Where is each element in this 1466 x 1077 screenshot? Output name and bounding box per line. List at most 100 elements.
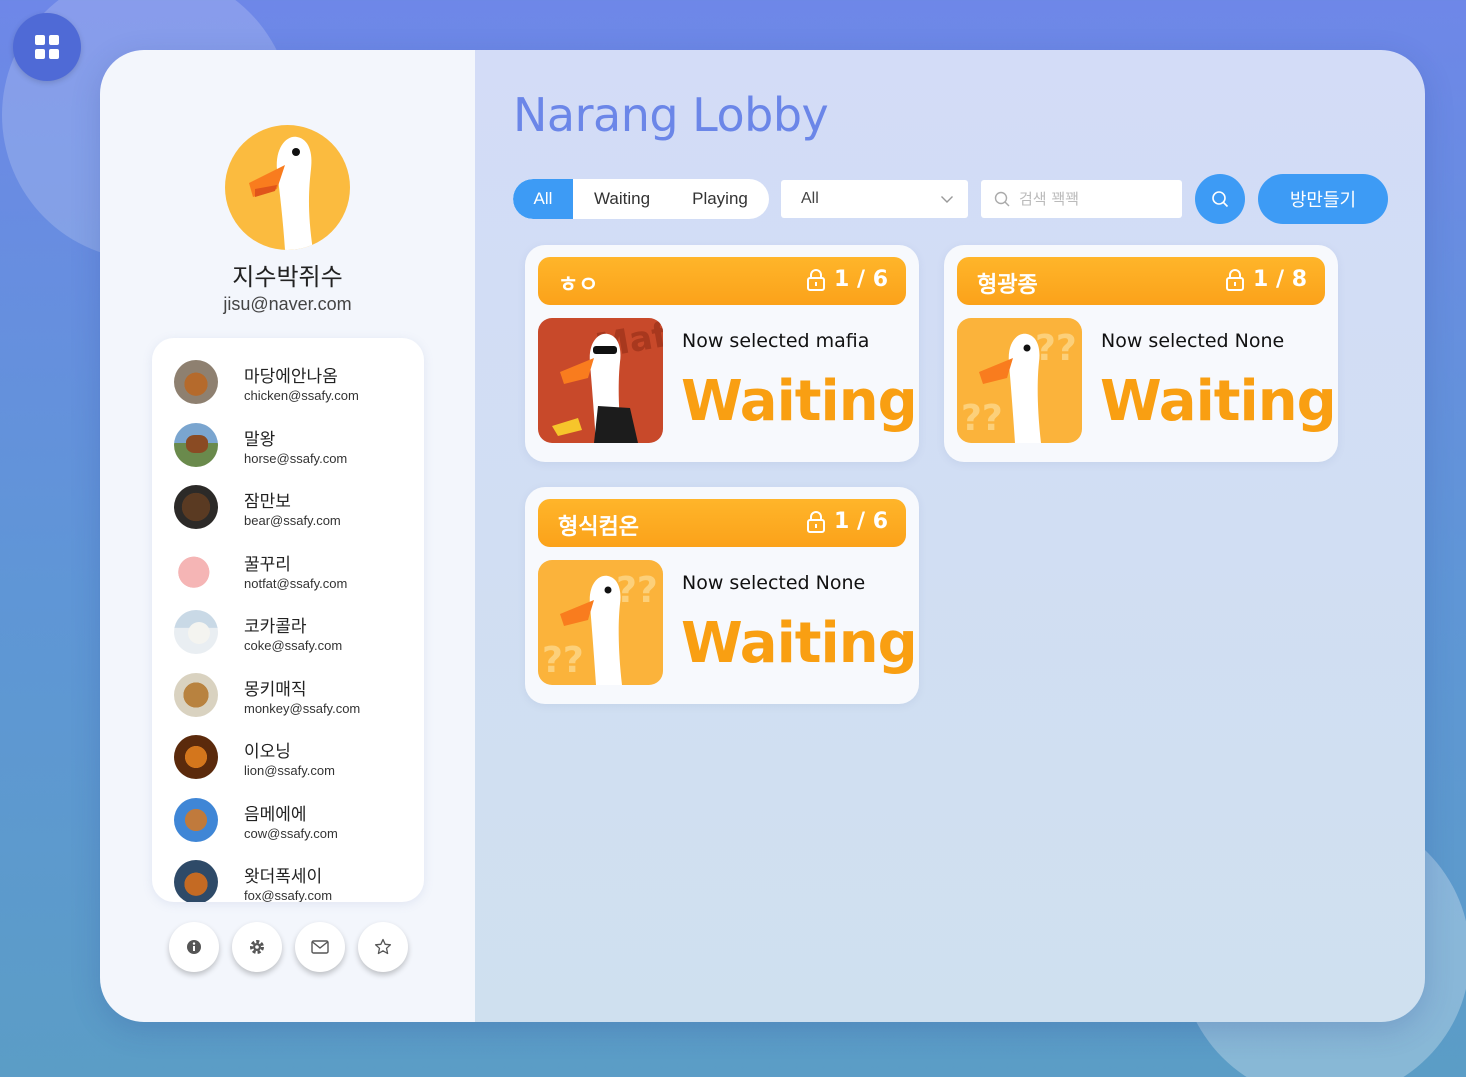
friend-name: 몽키매직 [244, 680, 307, 700]
friend-email: notfat@ssafy.com [244, 576, 348, 591]
page-title: Narang Lobby [513, 88, 829, 142]
room-count-text: 1 / 8 [1253, 267, 1307, 292]
friend-name: 잠만보 [244, 492, 291, 512]
room-status: Waiting [681, 369, 918, 434]
room-count-text: 1 / 6 [834, 509, 888, 534]
friend-item[interactable]: 잠만보 bear@ssafy.com [152, 475, 424, 537]
tab-playing[interactable]: Playing [671, 179, 769, 219]
star-icon [374, 938, 392, 955]
friend-email: cow@ssafy.com [244, 826, 338, 841]
profile-avatar [225, 125, 350, 250]
sidebar: 지수박쥐수 jisu@naver.com 마당에안나옴 chicken@ssaf… [100, 50, 475, 1022]
room-card[interactable]: 형광종 1 / 8 ?? ?? Now selected None Waitin… [944, 245, 1338, 462]
friend-item[interactable]: 코카콜라 coke@ssafy.com [152, 600, 424, 662]
mail-icon [311, 940, 329, 954]
question-goose-image: ?? ?? [957, 318, 1082, 443]
room-selected-game: Now selected mafia [682, 330, 870, 352]
bear-avatar [174, 485, 218, 529]
friend-name: 이오닝 [244, 742, 291, 762]
svg-text:??: ?? [1035, 328, 1077, 369]
friend-item[interactable]: 말왕 horse@ssafy.com [152, 413, 424, 475]
game-type-select[interactable]: All [781, 180, 968, 218]
lock-icon [807, 268, 826, 291]
friend-email: lion@ssafy.com [244, 763, 335, 778]
menu-button[interactable] [13, 13, 81, 81]
friend-item[interactable]: 꿀꾸리 notfat@ssafy.com [152, 538, 424, 600]
info-button[interactable] [169, 922, 219, 972]
friend-email: monkey@ssafy.com [244, 701, 361, 716]
mail-button[interactable] [295, 922, 345, 972]
friend-email: fox@ssafy.com [244, 888, 333, 902]
friend-item[interactable]: 이오닝 lion@ssafy.com [152, 725, 424, 787]
room-player-count: 1 / 6 [806, 267, 888, 292]
pig-avatar [174, 548, 218, 592]
room-selected-game: Now selected None [1101, 330, 1285, 352]
chevron-down-icon [941, 196, 953, 203]
status-tabs: All Waiting Playing [513, 179, 769, 219]
friend-item[interactable]: 음메에에 cow@ssafy.com [152, 788, 424, 850]
polar-bear-avatar [174, 610, 218, 654]
question-goose-image: ?? ?? [538, 560, 663, 685]
main-content: Narang Lobby All Waiting Playing All 검색 … [475, 50, 1425, 1022]
friend-item[interactable]: 마당에안나옴 chicken@ssafy.com [152, 350, 424, 412]
horse-avatar [174, 423, 218, 467]
room-status: Waiting [681, 611, 918, 676]
room-title: ㅎㅇ [558, 273, 599, 298]
room-player-count: 1 / 6 [806, 509, 888, 534]
fox-avatar [174, 860, 218, 902]
friend-name: 꿀꾸리 [244, 555, 291, 575]
search-input[interactable] [1019, 180, 1169, 218]
profile-name: 지수박쥐수 [232, 263, 343, 291]
room-count-text: 1 / 6 [834, 267, 888, 292]
lion-avatar [174, 735, 218, 779]
room-card[interactable]: 형식컴온 1 / 6 ?? ?? Now selected None Waiti… [525, 487, 919, 704]
mafia-goose-image: Mafia [538, 318, 663, 443]
room-player-count: 1 / 8 [1225, 267, 1307, 292]
search-icon [1212, 191, 1229, 208]
svg-text:??: ?? [961, 398, 1003, 439]
search-button[interactable] [1195, 174, 1245, 224]
select-value: All [801, 190, 819, 207]
lock-icon [1226, 268, 1245, 291]
friend-item[interactable]: 왓더폭세이 fox@ssafy.com [152, 850, 424, 902]
friend-email: bear@ssafy.com [244, 513, 341, 528]
room-header: 형광종 1 / 8 [957, 257, 1325, 305]
room-status: Waiting [1100, 369, 1337, 434]
profile-email: jisu@naver.com [223, 294, 352, 314]
room-header: 형식컴온 1 / 6 [538, 499, 906, 547]
friend-name: 말왕 [244, 430, 276, 450]
friend-email: horse@ssafy.com [244, 451, 348, 466]
svg-text:??: ?? [542, 640, 584, 681]
friend-email: chicken@ssafy.com [244, 388, 359, 403]
friend-name: 음메에에 [244, 805, 307, 825]
settings-button[interactable] [232, 922, 282, 972]
friend-email: coke@ssafy.com [244, 638, 343, 653]
monkey-avatar [174, 673, 218, 717]
sidebar-button-row [169, 922, 421, 972]
cow-avatar [174, 798, 218, 842]
room-card[interactable]: ㅎㅇ 1 / 6 Mafia Now selected mafia Waitin… [525, 245, 919, 462]
svg-text:??: ?? [616, 570, 658, 611]
room-selected-game: Now selected None [682, 572, 866, 594]
room-title: 형식컴온 [558, 515, 639, 540]
lobby-panel: 지수박쥐수 jisu@naver.com 마당에안나옴 chicken@ssaf… [100, 50, 1425, 1022]
search-icon [994, 191, 1010, 207]
friend-list: 마당에안나옴 chicken@ssafy.com 말왕 horse@ssafy.… [152, 338, 424, 902]
create-room-button[interactable]: 방만들기 [1258, 174, 1388, 224]
gear-icon [250, 940, 264, 954]
room-title: 형광종 [977, 273, 1038, 298]
room-header: ㅎㅇ 1 / 6 [538, 257, 906, 305]
favorite-button[interactable] [358, 922, 408, 972]
tab-waiting[interactable]: Waiting [573, 179, 671, 219]
chicken-avatar [174, 360, 218, 404]
friend-name: 코카콜라 [244, 617, 307, 637]
search-box [981, 180, 1182, 218]
tab-all[interactable]: All [513, 179, 573, 219]
friend-item[interactable]: 몽키매직 monkey@ssafy.com [152, 663, 424, 725]
friend-name: 왓더폭세이 [244, 867, 323, 887]
goose-icon [249, 136, 313, 250]
lock-icon [807, 510, 826, 533]
grid-icon [35, 35, 59, 59]
friend-name: 마당에안나옴 [244, 367, 338, 387]
info-icon [187, 940, 201, 954]
